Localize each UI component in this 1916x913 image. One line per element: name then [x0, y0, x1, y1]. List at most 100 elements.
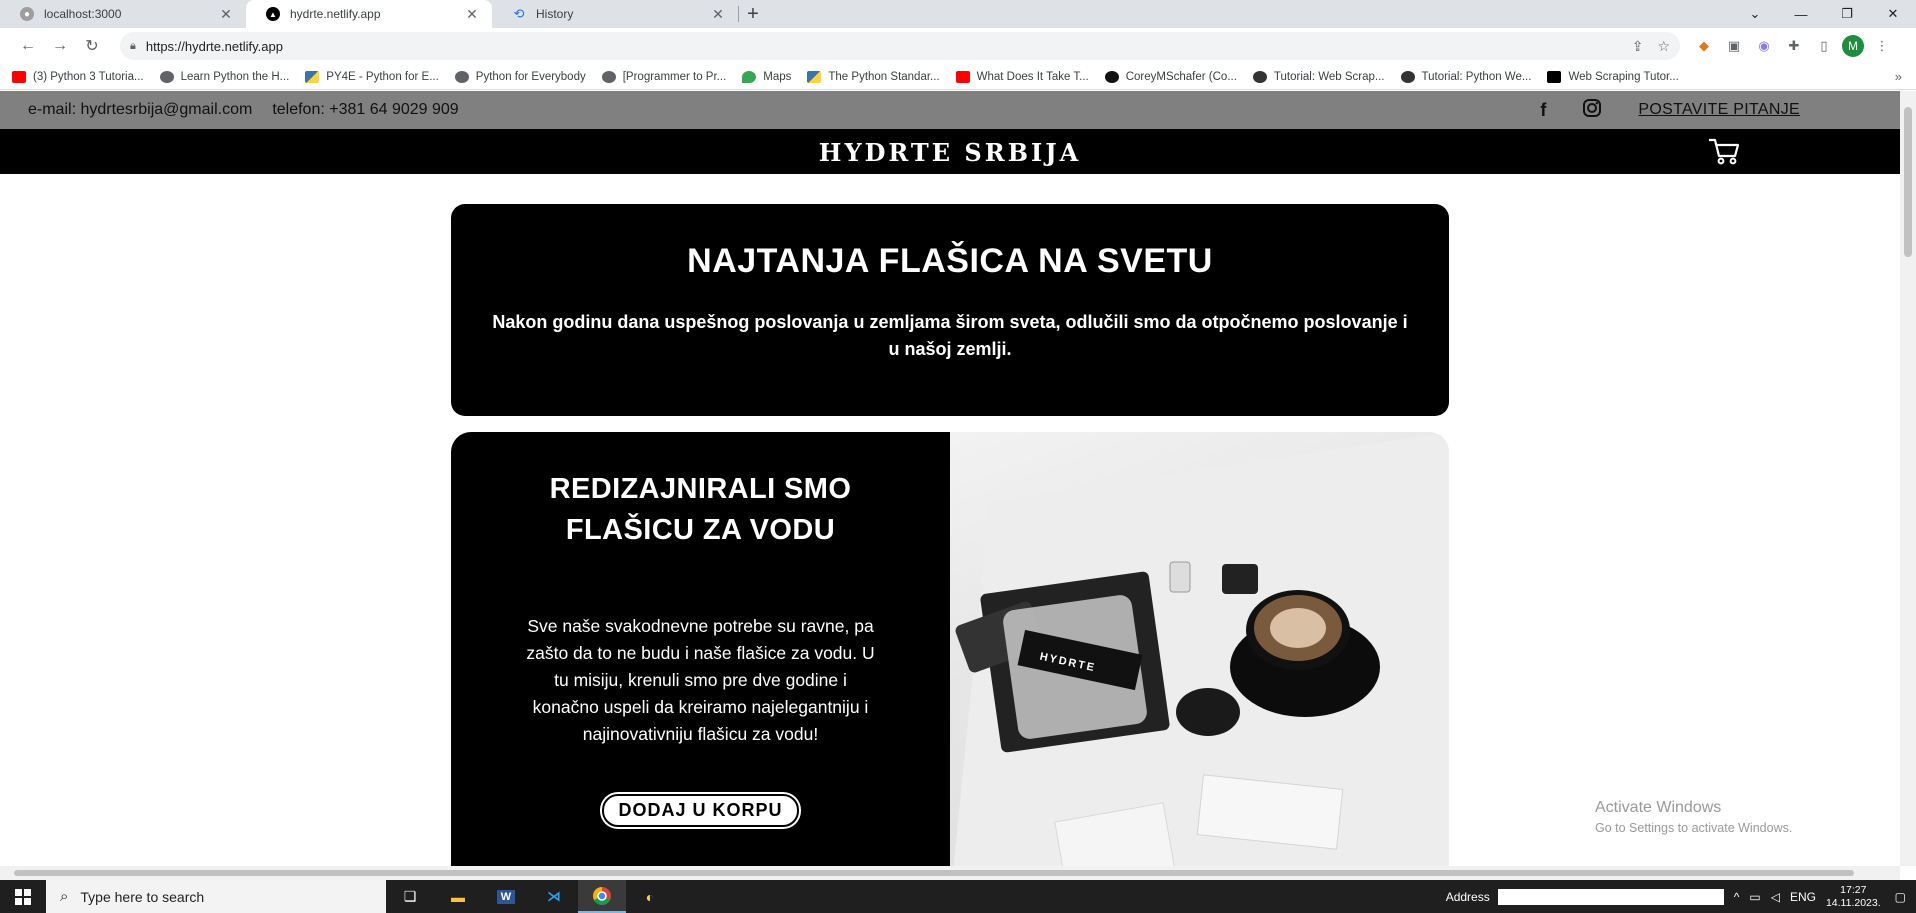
word-icon[interactable]: W	[482, 880, 530, 913]
history-icon: ⟲	[513, 6, 525, 21]
facebook-icon[interactable]: f	[1540, 100, 1546, 121]
add-to-cart-button[interactable]: DODAJ U KORPU	[602, 794, 799, 827]
bookmark-item[interactable]: Maps	[742, 70, 792, 83]
product-photo-illustration: HYDRTE	[953, 432, 1449, 866]
tab-label: localhost:3000	[44, 7, 122, 21]
site-icon	[1252, 70, 1267, 83]
network-icon[interactable]: ▭	[1749, 890, 1760, 904]
profile-avatar[interactable]: M	[1842, 35, 1864, 57]
volume-icon[interactable]: ◁	[1771, 890, 1780, 904]
windows-activation-watermark: Activate Windows Go to Settings to activ…	[1595, 799, 1792, 835]
metamask-icon[interactable]: ◆	[1692, 34, 1716, 58]
contact-email[interactable]: e-mail: hydrtesrbija@gmail.com	[28, 101, 252, 119]
lock-icon[interactable]: 🔒︎	[130, 40, 136, 53]
vscode-icon[interactable]: ⋊	[530, 880, 578, 913]
tab-history[interactable]: ⟲ History ✕	[492, 0, 738, 28]
github-icon	[1104, 70, 1119, 83]
close-icon[interactable]: ✕	[218, 6, 234, 23]
bookmark-label: Learn Python the H...	[180, 70, 290, 83]
youtube-icon	[955, 70, 970, 83]
forward-icon[interactable]: →	[46, 32, 74, 60]
product-photo: HYDRTE	[950, 432, 1449, 866]
python-icon	[305, 70, 320, 83]
hero2-title: REDIZAJNIRALI SMO FLAŠICU ZA VODU	[549, 473, 852, 546]
new-tab-button[interactable]: +	[739, 0, 767, 28]
tab-search-icon[interactable]: ⌄	[1732, 0, 1778, 28]
taskbar-search-input[interactable]: ⌕ Type here to search	[46, 880, 386, 913]
tab-localhost[interactable]: ● localhost:3000 ✕	[0, 0, 246, 28]
task-view-icon[interactable]: ❏	[386, 880, 434, 913]
bookmark-label: [Programmer to Pr...	[622, 70, 727, 83]
cube-extension-icon[interactable]: ▣	[1722, 34, 1746, 58]
cart-icon[interactable]	[1707, 136, 1741, 166]
scrollbar-thumb[interactable]	[14, 870, 1854, 876]
contact-phone[interactable]: telefon: +381 64 9029 909	[272, 101, 458, 119]
vertical-scrollbar[interactable]	[1900, 91, 1916, 866]
maps-icon	[742, 70, 757, 83]
hero-redesigned-bottle: REDIZAJNIRALI SMO FLAŠICU ZA VODU Sve na…	[451, 432, 1449, 866]
hero1-text: Nakon godinu dana uspešnog poslovanja u …	[492, 312, 1408, 359]
puzzle-icon[interactable]: ✚	[1782, 34, 1806, 58]
browser-tab-strip: ● localhost:3000 ✕ ▲ hydrte.netlify.app …	[0, 0, 1916, 28]
back-icon[interactable]: ←	[14, 32, 42, 60]
globe-icon	[601, 70, 616, 83]
minimize-icon[interactable]: —	[1778, 0, 1824, 28]
bookmark-item[interactable]: Python for Everybody	[454, 70, 586, 83]
taskbar-clock[interactable]: 17:27 14.11.2023.	[1826, 884, 1881, 910]
tab-label: hydrte.netlify.app	[290, 7, 381, 21]
bookmark-item[interactable]: The Python Standar...	[807, 70, 940, 83]
bookmark-item[interactable]: [Programmer to Pr...	[601, 70, 727, 83]
bookmark-item[interactable]: CoreyMSchafer (Co...	[1104, 70, 1237, 83]
horizontal-scrollbar[interactable]	[0, 866, 1900, 880]
bookmark-item[interactable]: What Does It Take T...	[955, 70, 1089, 83]
bookmark-star-icon[interactable]: ☆	[1657, 38, 1670, 55]
browser-toolbar: ← → ↻ 🔒︎ https://hydrte.netlify.app ⇪ ☆ …	[0, 28, 1916, 64]
address-toolbar-input[interactable]	[1497, 888, 1724, 905]
tab-hydrte[interactable]: ▲ hydrte.netlify.app ✕	[246, 0, 492, 28]
bookmark-item[interactable]: Tutorial: Web Scrap...	[1252, 70, 1385, 83]
restore-icon[interactable]: ❐	[1824, 0, 1870, 28]
extensions-area: ◆ ▣ ◉ ✚ ▯ M ⋮	[1692, 34, 1900, 58]
hero2-text: Sve naše svakodnevne potrebe su ravne, p…	[526, 616, 875, 744]
sidepanel-icon[interactable]: ▯	[1812, 34, 1836, 58]
bookmark-item[interactable]: PY4E - Python for E...	[305, 70, 439, 83]
chrome-icon[interactable]	[578, 880, 626, 913]
url-text: https://hydrte.netlify.app	[145, 38, 283, 54]
system-tray: Address ^ ▭ ◁ ENG 17:27 14.11.2023. ▢	[1446, 880, 1916, 913]
close-icon[interactable]: ✕	[464, 6, 480, 23]
extension-icon[interactable]: ◉	[1752, 34, 1776, 58]
bookmark-label: Maps	[763, 70, 792, 83]
site-logo[interactable]: HYDRTE SRBIJA	[0, 138, 1900, 167]
scrollbar-thumb[interactable]	[1904, 107, 1912, 257]
windows-start-icon[interactable]	[0, 880, 46, 913]
ask-question-link[interactable]: POSTAVITE PITANJE	[1638, 101, 1800, 119]
brand-bar: HYDRTE SRBIJA	[0, 129, 1900, 174]
language-indicator[interactable]: ENG	[1790, 890, 1816, 904]
activate-title: Activate Windows	[1595, 799, 1722, 816]
contact-bar: e-mail: hydrtesrbija@gmail.com telefon: …	[0, 91, 1900, 129]
file-explorer-icon[interactable]: ▬	[434, 880, 482, 913]
share-icon[interactable]: ⇪	[1632, 38, 1644, 55]
chevron-up-icon[interactable]: ^	[1734, 890, 1740, 904]
reload-icon[interactable]: ↻	[78, 32, 106, 60]
close-window-icon[interactable]: ✕	[1870, 0, 1916, 28]
bookmarks-bar: (3) Python 3 Tutoria... Learn Python the…	[0, 64, 1916, 90]
search-placeholder: Type here to search	[80, 888, 205, 905]
bookmark-item[interactable]: (3) Python 3 Tutoria...	[12, 70, 144, 83]
clock-time: 17:27	[1840, 883, 1867, 896]
bookmark-label: Web Scraping Tutor...	[1568, 70, 1679, 83]
bookmark-item[interactable]: Tutorial: Python We...	[1400, 70, 1531, 83]
site-icon	[1400, 70, 1415, 83]
tab-label: History	[536, 7, 574, 21]
menu-kebab-icon[interactable]: ⋮	[1870, 34, 1894, 58]
address-bar[interactable]: 🔒︎ https://hydrte.netlify.app ⇪ ☆	[120, 32, 1680, 60]
bookmark-item[interactable]: Learn Python the H...	[159, 70, 290, 83]
notifications-icon[interactable]: ▢	[1895, 890, 1906, 904]
globe-icon	[454, 70, 469, 83]
instagram-icon[interactable]	[1582, 98, 1602, 123]
close-icon[interactable]: ✕	[710, 6, 726, 23]
bookmarks-overflow-icon[interactable]: »	[1895, 69, 1902, 84]
address-toolbar-label: Address	[1445, 889, 1490, 904]
python-idle-icon[interactable]: ◐	[626, 880, 674, 913]
bookmark-item[interactable]: Web Scraping Tutor...	[1547, 70, 1679, 83]
